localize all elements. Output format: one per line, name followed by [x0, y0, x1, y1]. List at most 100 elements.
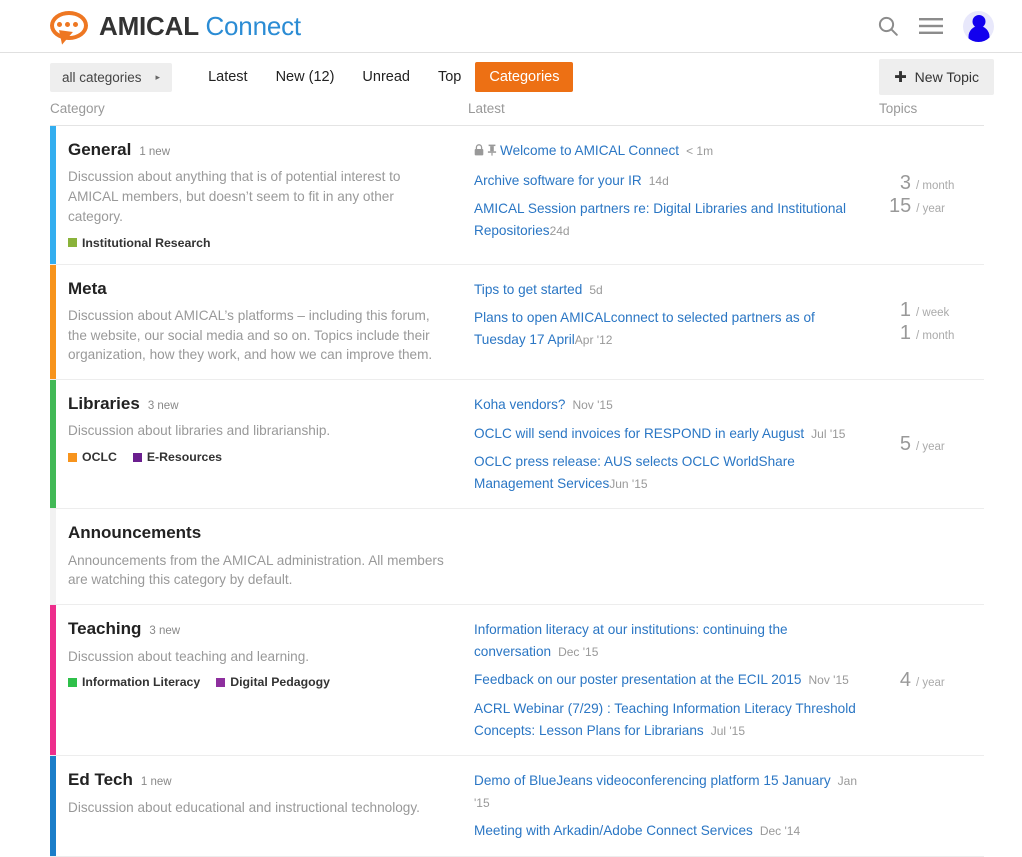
category-description: Discussion about teaching and learning.: [68, 647, 446, 667]
category-title[interactable]: Ed Tech: [68, 770, 133, 790]
category-filter-label: all categories: [62, 70, 142, 85]
nav-link-latest[interactable]: Latest: [194, 62, 262, 92]
subcategory-color-swatch: [68, 453, 77, 462]
topic-line: OCLC press release: AUS selects OCLC Wor…: [474, 451, 867, 494]
category-new-badge: 1 new: [139, 146, 170, 158]
topics-count-cell: [879, 509, 984, 604]
topic-age: Nov '15: [808, 673, 848, 687]
category-title[interactable]: General: [68, 140, 131, 160]
latest-topics-cell: Demo of BlueJeans videoconferencing plat…: [468, 756, 879, 856]
subcategory-list: Information Literacy Digital Pedagogy: [68, 675, 446, 689]
subcategory-link[interactable]: E-Resources: [133, 450, 222, 464]
topic-link[interactable]: Archive software for your IR: [474, 173, 642, 188]
category-row: Announcements Announcements from the AMIC…: [50, 509, 984, 605]
topic-line: ACRL Webinar (7/29) : Teaching Informati…: [474, 698, 867, 741]
category-row: Ed Tech1 newDiscussion about educational…: [50, 756, 984, 857]
topic-stat-count: 15: [889, 195, 911, 218]
category-new-badge: 1 new: [141, 776, 172, 788]
topic-line: Welcome to AMICAL Connect< 1m: [474, 140, 867, 163]
topic-stat: 15/ year: [879, 195, 984, 218]
topic-link[interactable]: Information literacy at our institutions…: [474, 622, 788, 659]
topic-stat-count: 1: [889, 299, 911, 322]
nav-link-categories[interactable]: Categories: [475, 62, 573, 92]
topic-link[interactable]: Feedback on our poster presentation at t…: [474, 672, 801, 687]
category-title[interactable]: Libraries: [68, 394, 140, 414]
column-header-category: Category: [50, 101, 468, 116]
topics-count-cell: [879, 756, 984, 856]
topic-age: Jul '15: [811, 427, 845, 441]
topic-line: Meeting with Arkadin/Adobe Connect Servi…: [474, 820, 867, 842]
topic-link[interactable]: OCLC will send invoices for RESPOND in e…: [474, 426, 804, 441]
site-header: AMICAL Connect: [0, 0, 1022, 53]
category-row: Teaching3 newDiscussion about teaching a…: [50, 605, 984, 756]
new-topic-button[interactable]: ✚ New Topic: [879, 59, 994, 95]
topics-count-cell: 3 / month 15/ year: [879, 126, 984, 264]
category-cell: General1 newDiscussion about anything th…: [56, 126, 468, 264]
logo-text: AMICAL Connect: [99, 13, 301, 39]
hamburger-menu-icon[interactable]: [919, 17, 943, 35]
speech-bubble-icon: [50, 11, 88, 42]
category-description: Discussion about AMICAL’s platforms – in…: [68, 306, 446, 365]
category-cell: Ed Tech1 newDiscussion about educational…: [56, 756, 468, 856]
latest-topics-cell: Information literacy at our institutions…: [468, 605, 879, 755]
category-title[interactable]: Announcements: [68, 523, 201, 543]
navigation-bar: all categories ▸ LatestNew (12)UnreadTop…: [0, 53, 1022, 101]
topic-link[interactable]: Demo of BlueJeans videoconferencing plat…: [474, 773, 831, 788]
chevron-right-icon: ▸: [156, 72, 161, 83]
nav-link-unread[interactable]: Unread: [348, 62, 424, 92]
topic-line: Tips to get started5d: [474, 279, 867, 301]
topic-line: Plans to open AMICALconnect to selected …: [474, 307, 867, 350]
subcategory-label: OCLC: [82, 450, 117, 464]
topic-link[interactable]: Meeting with Arkadin/Adobe Connect Servi…: [474, 823, 753, 838]
topic-stat-period: / month: [916, 180, 954, 192]
topic-age: Apr '12: [575, 332, 613, 348]
subcategory-color-swatch: [68, 678, 77, 687]
nav-link-new-12[interactable]: New (12): [262, 62, 349, 92]
column-header-topics: Topics: [879, 101, 984, 116]
subcategory-link[interactable]: Digital Pedagogy: [216, 675, 330, 689]
nav-link-top[interactable]: Top: [424, 62, 475, 92]
category-title[interactable]: Meta: [68, 279, 107, 299]
topic-stat: 3 / month: [879, 172, 984, 195]
topic-stat-count: 5: [889, 433, 911, 456]
category-title[interactable]: Teaching: [68, 619, 141, 639]
latest-topics-cell: Tips to get started5d Plans to open AMICA…: [468, 265, 879, 380]
logo-primary-text: AMICAL: [99, 11, 198, 41]
pin-icon: [487, 141, 497, 163]
topic-line: Archive software for your IR14d: [474, 170, 867, 192]
topic-link[interactable]: AMICAL Session partners re: Digital Libr…: [474, 201, 846, 238]
subcategory-link[interactable]: Information Literacy: [68, 675, 200, 689]
topic-link[interactable]: Tips to get started: [474, 282, 582, 297]
topic-line: AMICAL Session partners re: Digital Libr…: [474, 198, 867, 241]
topic-line: Information literacy at our institutions…: [474, 619, 867, 662]
subcategory-link[interactable]: Institutional Research: [68, 236, 210, 250]
category-cell: Meta Discussion about AMICAL’s platforms …: [56, 265, 468, 380]
topic-stat-count: 4: [889, 669, 911, 692]
search-icon[interactable]: [877, 15, 899, 37]
plus-icon: ✚: [894, 68, 907, 86]
category-description: Announcements from the AMICAL administra…: [68, 551, 446, 590]
user-avatar-icon[interactable]: [963, 11, 994, 42]
topic-age: 24d: [550, 223, 570, 239]
topic-link[interactable]: Welcome to AMICAL Connect: [500, 143, 679, 158]
subcategory-label: E-Resources: [147, 450, 222, 464]
new-topic-label: New Topic: [915, 69, 979, 85]
topic-link[interactable]: Koha vendors?: [474, 397, 565, 412]
topic-stat-count: 3: [889, 172, 911, 195]
topics-count-cell: 1/ week1/ month: [879, 265, 984, 380]
subcategory-label: Information Literacy: [82, 675, 200, 689]
topic-stat: 4 / year: [879, 669, 984, 692]
category-filter-dropdown[interactable]: all categories ▸: [50, 63, 172, 92]
category-rows: General1 newDiscussion about anything th…: [50, 126, 984, 857]
subcategory-color-swatch: [133, 453, 142, 462]
topic-stat: 5/ year: [879, 433, 984, 456]
topic-link[interactable]: ACRL Webinar (7/29) : Teaching Informati…: [474, 701, 856, 738]
subcategory-link[interactable]: OCLC: [68, 450, 117, 464]
topic-link[interactable]: Plans to open AMICALconnect to selected …: [474, 310, 815, 347]
site-logo[interactable]: AMICAL Connect: [50, 11, 301, 42]
nav-links: LatestNew (12)UnreadTopCategories: [194, 62, 573, 92]
category-description: Discussion about libraries and librarian…: [68, 421, 446, 441]
logo-secondary-text: Connect: [205, 11, 300, 41]
topic-stat-period: / year: [916, 677, 945, 689]
subcategory-label: Institutional Research: [82, 236, 210, 250]
